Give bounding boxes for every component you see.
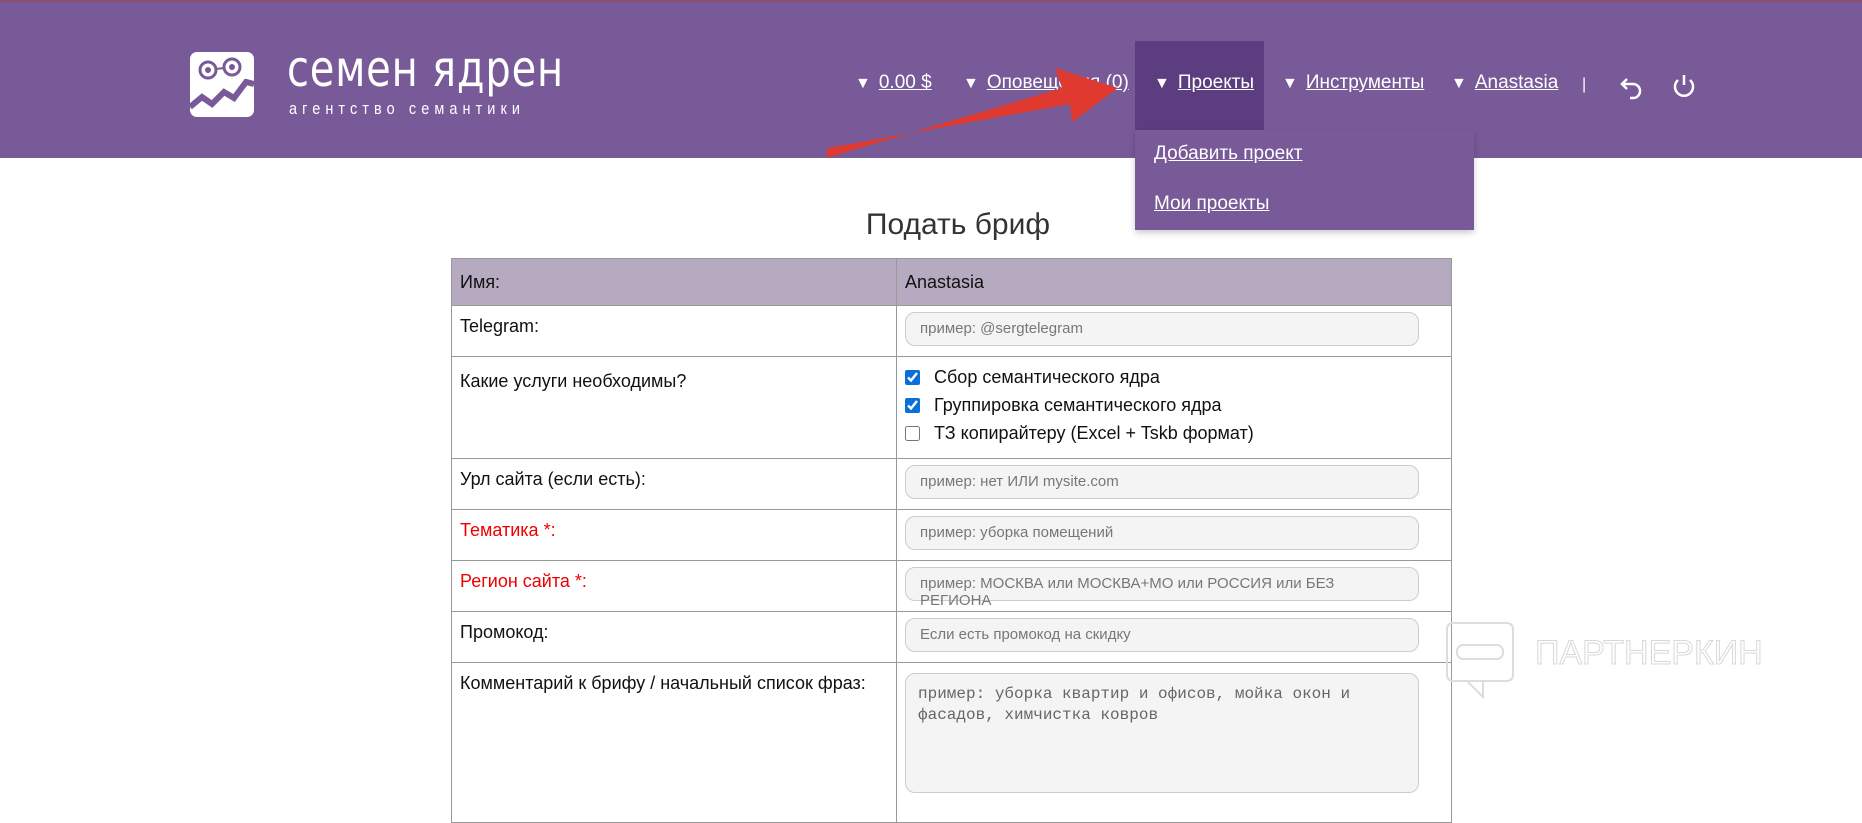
name-label: Имя:: [451, 258, 897, 306]
nav-notifications[interactable]: ▼ Оповещения (0): [963, 72, 1129, 94]
nav-separator: |: [1582, 76, 1587, 93]
comment-textarea[interactable]: пример: уборка квартир и офисов, мойка о…: [905, 673, 1419, 793]
page-title: Подать бриф: [865, 208, 1051, 241]
service-checkbox-2[interactable]: [905, 425, 920, 441]
region-label: Регион сайта *:: [451, 560, 897, 612]
telegram-label: Telegram:: [451, 305, 897, 357]
triangle-down-icon: ▼: [1282, 75, 1298, 92]
topic-label: Тематика *:: [451, 509, 897, 561]
triangle-down-icon: ▼: [963, 75, 979, 92]
triangle-down-icon: ▼: [855, 75, 871, 92]
promo-label: Промокод:: [451, 611, 897, 663]
logo-subtitle: агентство семантики: [289, 99, 526, 118]
topic-input[interactable]: пример: уборка помещений: [905, 516, 1419, 550]
watermark: ПАРТНЕРКИН: [1446, 622, 1763, 700]
region-input[interactable]: пример: МОСКВА или МОСКВА+МО или РОССИЯ …: [905, 567, 1419, 609]
services-label: Какие услуги необходимы?: [451, 356, 897, 459]
watermark-text: ПАРТНЕРКИН: [1535, 634, 1763, 672]
triangle-down-icon: ▼: [1154, 75, 1170, 92]
service-label: Сбор семантического ядра: [934, 366, 1160, 387]
url-input[interactable]: пример: нет ИЛИ mysite.com: [905, 465, 1419, 499]
promo-input[interactable]: Если есть промокод на скидку: [905, 618, 1419, 652]
service-label: ТЗ копирайтеру (Excel + Tskb формат): [934, 422, 1254, 443]
nav-projects[interactable]: ▼ Проекты: [1154, 72, 1254, 94]
balance-link[interactable]: 0.00 $: [879, 72, 932, 93]
service-checkbox-1[interactable]: [905, 397, 920, 413]
url-label: Урл сайта (если есть):: [451, 458, 897, 510]
nav-balance[interactable]: ▼ 0.00 $: [855, 72, 932, 94]
comment-label: Комментарий к брифу / начальный список ф…: [451, 662, 897, 823]
tools-link[interactable]: Инструменты: [1306, 72, 1424, 93]
service-label: Группировка семантического ядра: [934, 394, 1222, 415]
service-option[interactable]: Сбор семантического ядра: [905, 363, 1443, 391]
service-checkbox-0[interactable]: [905, 369, 920, 385]
logo-icon[interactable]: [190, 52, 254, 117]
undo-icon[interactable]: [1618, 72, 1646, 100]
header: семен ядрен агентство семантики ▼ 0.00 $ …: [0, 0, 1862, 160]
triangle-down-icon: ▼: [1451, 75, 1467, 92]
nav-user[interactable]: ▼ Anastasia: [1451, 72, 1558, 94]
projects-link[interactable]: Проекты: [1178, 72, 1254, 93]
service-option[interactable]: ТЗ копирайтеру (Excel + Tskb формат): [905, 419, 1443, 447]
power-icon[interactable]: [1670, 72, 1698, 100]
logo-title: семен ядрен: [287, 40, 564, 98]
name-value: Anastasia: [896, 258, 1452, 306]
user-link[interactable]: Anastasia: [1475, 72, 1558, 93]
brief-form: Имя: Anastasia Telegram: пример: @sergtele…: [451, 258, 1452, 823]
add-project-link[interactable]: Добавить проект: [1154, 143, 1302, 165]
nav-tools[interactable]: ▼ Инструменты: [1282, 72, 1424, 94]
service-option[interactable]: Группировка семантического ядра: [905, 391, 1443, 419]
notifications-link[interactable]: Оповещения (0): [987, 72, 1129, 93]
telegram-input[interactable]: пример: @sergtelegram: [905, 312, 1419, 346]
